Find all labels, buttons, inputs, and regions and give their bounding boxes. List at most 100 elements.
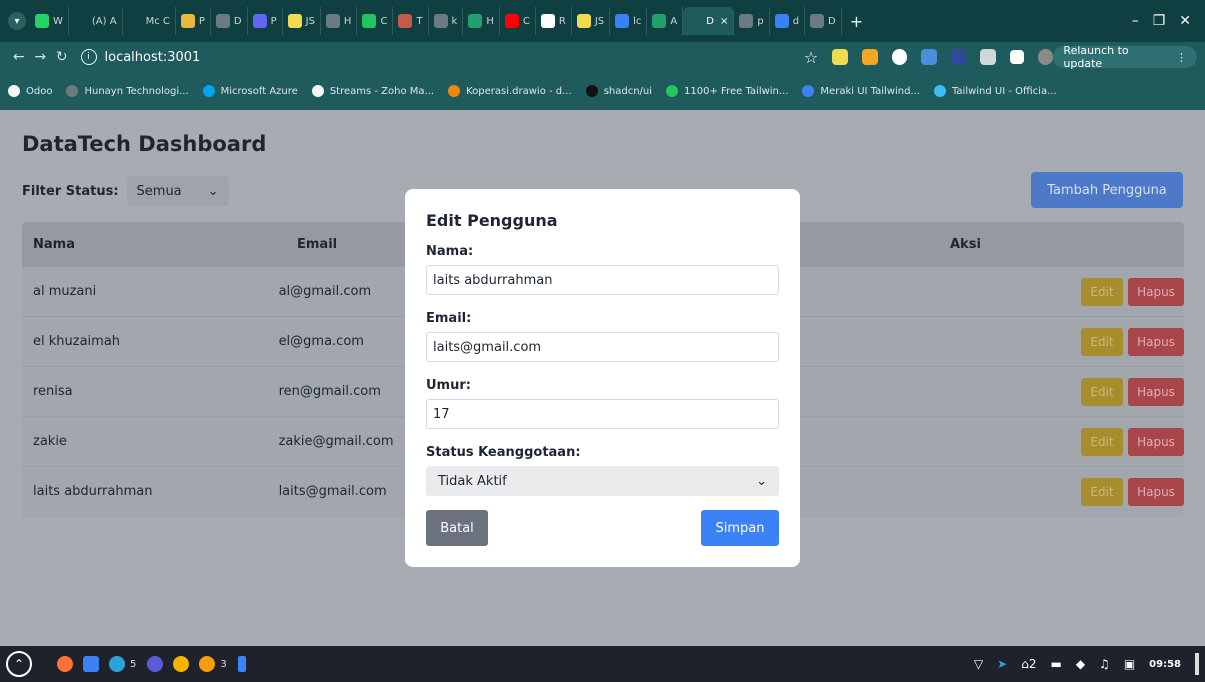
delete-button[interactable]: Hapus [1128, 427, 1185, 456]
bookmark-item[interactable]: Tailwind UI - Officia... [933, 85, 1057, 97]
status-select[interactable]: Tidak Aktif ⌄ [426, 466, 779, 496]
save-button[interactable]: Simpan [701, 510, 779, 546]
browser-tab[interactable]: T [393, 7, 429, 35]
browser-tab[interactable]: d [770, 7, 806, 35]
browser-tab[interactable]: lc [610, 7, 648, 35]
app-icon[interactable] [147, 656, 164, 672]
browser-tab[interactable]: P [176, 7, 211, 35]
shield-icon[interactable]: ▽ [974, 657, 983, 671]
cancel-button[interactable]: Batal [426, 510, 488, 546]
forward-icon[interactable]: → [30, 49, 52, 65]
profile-avatar-icon[interactable] [1037, 49, 1054, 65]
tab-favicon-icon [810, 14, 825, 28]
browser-tab[interactable]: R [536, 7, 572, 35]
edit-button[interactable]: Edit [1081, 427, 1124, 456]
bookmark-item[interactable]: Microsoft Azure [202, 85, 298, 97]
bookmark-favicon-icon [933, 85, 946, 97]
show-desktop-icon[interactable] [1195, 653, 1199, 675]
edit-button[interactable]: Edit [1081, 327, 1124, 356]
tab-label: W [53, 15, 63, 27]
address-bar[interactable]: i localhost:3001 [80, 45, 794, 69]
tab-favicon-icon [615, 14, 630, 28]
edit-button[interactable]: Edit [1081, 277, 1124, 306]
notification-icon[interactable]: ⌂2 [1021, 657, 1036, 671]
bookmark-item[interactable]: Koperasi.drawio - d... [448, 85, 572, 97]
tab-favicon-icon [433, 14, 448, 28]
delete-button[interactable]: Hapus [1128, 377, 1185, 406]
browser-tab[interactable]: D × [683, 7, 735, 35]
minimize-icon[interactable]: – [1132, 13, 1139, 29]
tab-favicon-icon [127, 14, 142, 28]
browser-tab[interactable]: C [500, 7, 536, 35]
browser-tab[interactable]: P [248, 7, 283, 35]
bookmark-star-icon[interactable]: ☆ [804, 48, 818, 67]
extension-pdf-icon[interactable] [950, 49, 967, 65]
delete-button[interactable]: Hapus [1128, 327, 1185, 356]
music-icon[interactable]: ♫ [1099, 657, 1110, 671]
browser-tab[interactable]: JS [283, 7, 321, 35]
side-panel-icon[interactable] [1010, 50, 1024, 64]
os-taskbar: ⌃ 5 3 ▽ ➤ ⌂2 ▬ ◆ ♫ ▣ 09:58 [0, 646, 1205, 682]
cell-name: laits abdurrahman [33, 484, 153, 499]
printer-icon[interactable]: ▬ [1050, 657, 1061, 671]
app-icon-2[interactable] [199, 656, 216, 672]
browser-tab[interactable]: D [211, 7, 248, 35]
relaunch-button[interactable]: Relaunch to update ⋮ [1053, 44, 1198, 70]
telegram-tray-icon[interactable]: ➤ [997, 657, 1007, 671]
bookmark-item[interactable]: Hunayn Technologi... [66, 85, 189, 97]
name-input[interactable]: laits abdurrahman [426, 265, 779, 295]
delete-button[interactable]: Hapus [1128, 477, 1185, 506]
extension-font-icon[interactable] [832, 49, 848, 65]
app-launcher-icon[interactable]: ⌃ [6, 651, 32, 677]
close-window-icon[interactable]: ✕ [1179, 13, 1191, 29]
files-icon[interactable] [83, 656, 99, 672]
tab-label: Mc C [145, 15, 170, 27]
add-user-button[interactable]: Tambah Pengguna [1031, 172, 1183, 208]
bookmark-item[interactable]: Meraki UI Tailwind... [802, 85, 920, 97]
site-info-icon[interactable]: i [80, 49, 97, 65]
filter-select[interactable]: Semua ⌄ [126, 176, 229, 206]
browser-tab[interactable]: H [463, 7, 500, 35]
extension-translate-icon[interactable] [921, 49, 937, 65]
close-tab-icon[interactable]: × [720, 16, 728, 27]
telegram-icon[interactable] [109, 656, 125, 672]
browser-tab[interactable]: C [357, 7, 394, 35]
browser-tab[interactable]: (A) A [69, 7, 123, 35]
bookmark-item[interactable]: Odoo [8, 85, 52, 97]
firefox-icon[interactable] [57, 656, 73, 672]
browser-tab[interactable]: D [805, 7, 842, 35]
tab-label: JS [305, 15, 315, 27]
edit-button[interactable]: Edit [1081, 377, 1124, 406]
new-tab-button[interactable]: + [842, 12, 871, 31]
bookmark-item[interactable]: 1100+ Free Tailwin... [666, 85, 788, 97]
wifi-icon[interactable]: ◆ [1076, 657, 1085, 671]
browser-tab[interactable]: Mc C [123, 7, 176, 35]
tab-label: lc [633, 15, 642, 27]
browser-tab[interactable]: A [647, 7, 684, 35]
maximize-icon[interactable]: ❐ [1153, 13, 1166, 29]
bookmark-label: Odoo [26, 85, 53, 97]
back-icon[interactable]: ← [8, 49, 30, 65]
edit-button[interactable]: Edit [1081, 477, 1124, 506]
reload-icon[interactable]: ↻ [51, 49, 73, 65]
extension-color-icon[interactable] [861, 49, 878, 65]
chrome-icon[interactable] [173, 656, 190, 672]
browser-tab[interactable]: k [429, 7, 464, 35]
tab-label: H [486, 15, 494, 27]
browser-tab[interactable]: p [734, 7, 770, 35]
battery-icon[interactable]: ▣ [1124, 657, 1135, 671]
extensions-puzzle-icon[interactable] [980, 49, 997, 65]
tab-search-icon[interactable]: ▾ [8, 12, 26, 30]
browser-tab[interactable]: JS [572, 7, 611, 35]
email-input[interactable]: laits@gmail.com [426, 332, 779, 362]
bookmark-item[interactable]: Streams - Zoho Ma... [311, 85, 434, 97]
tab-favicon-icon [398, 14, 413, 28]
ide-icon[interactable] [237, 656, 246, 672]
delete-button[interactable]: Hapus [1128, 277, 1185, 306]
bookmark-item[interactable]: shadcn/ui [585, 85, 652, 97]
age-input[interactable]: 17 [426, 399, 779, 429]
browser-tab[interactable]: W [30, 7, 69, 35]
extension-target-icon[interactable] [891, 49, 908, 65]
relaunch-label: Relaunch to update [1063, 44, 1129, 70]
browser-tab[interactable]: H [321, 7, 358, 35]
